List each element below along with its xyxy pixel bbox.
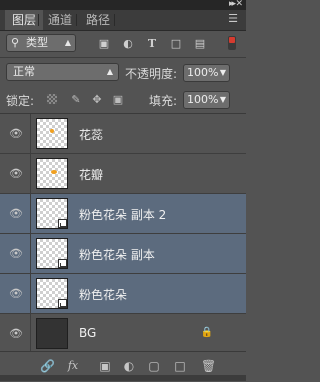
updown-arrow-icon: ▲: [106, 67, 113, 76]
blend-mode-label: 正常: [13, 65, 35, 78]
visibility-toggle[interactable]: 👁: [0, 274, 31, 313]
image-filter-icon[interactable]: ▣: [98, 38, 110, 50]
divider: [0, 57, 246, 58]
fill-value: 100%: [187, 93, 219, 106]
tab-separator: [114, 14, 115, 26]
tab-bar: 图层 通道 路径: [0, 10, 246, 31]
smart-object-badge-icon: [58, 259, 67, 268]
folder-icon[interactable]: ▢: [147, 359, 161, 373]
tab-paths[interactable]: 路径: [79, 10, 117, 30]
layer-thumbnail: [36, 118, 68, 149]
mask-icon[interactable]: ▣: [98, 359, 112, 373]
lock-image-pixels-icon[interactable]: ✎: [70, 94, 82, 106]
shape-filter-icon[interactable]: □: [170, 38, 182, 50]
layer-thumbnail: [36, 318, 68, 349]
visibility-toggle[interactable]: 👁: [0, 234, 31, 273]
smart-object-filter-icon[interactable]: ▤: [194, 38, 206, 50]
fill-field[interactable]: 100% ▼: [183, 91, 230, 109]
resize-strip: [0, 375, 246, 381]
layer-name: 粉色花朵: [79, 288, 128, 302]
layer-thumbnail: [36, 278, 68, 309]
search-icon: ⚲: [11, 36, 20, 49]
lock-label: 锁定:: [6, 94, 35, 108]
new-layer-icon[interactable]: □: [173, 359, 187, 373]
link-icon[interactable]: 🔗: [40, 359, 55, 373]
layer-row[interactable]: 👁 花蕊: [0, 114, 246, 154]
layer-thumbnail: [36, 238, 68, 269]
layer-name: 花瓣: [79, 168, 104, 182]
type-filter-icon[interactable]: T: [146, 38, 158, 50]
layer-thumbnail: [36, 158, 68, 189]
filter-kind-select[interactable]: ⚲ 类型 ▲: [6, 34, 76, 52]
filter-row: ⚲ 类型 ▲ ▣ ◐ T □ ▤: [0, 31, 246, 56]
filter-toggle-knob: [229, 37, 235, 43]
eye-icon: 👁: [9, 247, 23, 260]
layer-row[interactable]: 👁 粉色花朵 副本: [0, 234, 246, 274]
layer-name: 花蕊: [79, 128, 104, 142]
layer-row[interactable]: 👁 粉色花朵: [0, 274, 246, 314]
visibility-toggle[interactable]: 👁: [0, 314, 31, 353]
dropdown-arrow-icon[interactable]: ▼: [220, 65, 226, 81]
blend-mode-select[interactable]: 正常 ▲: [6, 63, 119, 81]
visibility-toggle[interactable]: 👁: [0, 114, 31, 153]
lock-icon: 🔒: [200, 327, 213, 338]
eye-icon: 👁: [9, 287, 23, 300]
opacity-label: 不透明度:: [125, 67, 178, 81]
close-icon[interactable]: ✕: [235, 0, 243, 9]
layer-thumbnail: [36, 198, 68, 229]
layer-name: BG: [79, 326, 97, 340]
layer-name: 粉色花朵 副本 2: [79, 208, 167, 222]
eye-icon: 👁: [9, 167, 23, 180]
fx-icon[interactable]: fx: [66, 359, 80, 373]
smart-object-badge-icon: [58, 219, 67, 228]
layer-row[interactable]: 👁 花瓣: [0, 154, 246, 194]
trash-icon[interactable]: 🗑: [201, 359, 216, 373]
visibility-toggle[interactable]: 👁: [0, 154, 31, 193]
tab-separator: [76, 14, 77, 26]
eye-icon: 👁: [9, 207, 23, 220]
opacity-field[interactable]: 100% ▼: [183, 64, 230, 82]
dropdown-arrow-icon[interactable]: ▼: [220, 92, 226, 108]
visibility-toggle[interactable]: 👁: [0, 194, 31, 233]
filter-toggle[interactable]: [228, 36, 236, 50]
fill-label: 填充:: [149, 94, 178, 108]
layers-list: 👁 花蕊 👁 花瓣 👁 粉色花朵 副本 2 👁 粉色花朵 副本 👁 粉色花朵 👁…: [0, 113, 246, 354]
adjustment-icon[interactable]: ◐: [122, 359, 136, 373]
panel-title-strip: ▸▸ ✕: [0, 0, 246, 10]
smart-object-badge-icon: [58, 299, 67, 308]
layer-row[interactable]: 👁 粉色花朵 副本 2: [0, 194, 246, 234]
adjustment-filter-icon[interactable]: ◐: [122, 38, 134, 50]
eye-icon: 👁: [9, 327, 23, 340]
double-chevron-right-icon[interactable]: ▸▸: [229, 0, 236, 9]
lock-row: 锁定: ✎ ✥ ▣ 填充: 100% ▼: [0, 86, 246, 112]
tab-separator: [38, 14, 39, 26]
thumbnail-content: [50, 129, 54, 133]
blend-row: 正常 ▲ 不透明度: 100% ▼: [0, 59, 246, 85]
panel-menu-icon[interactable]: ☰: [228, 13, 238, 24]
filter-kind-label: 类型: [26, 36, 48, 49]
lock-position-icon[interactable]: ✥: [91, 94, 103, 106]
thumbnail-content: [51, 170, 57, 174]
tab-channels[interactable]: 通道: [41, 10, 79, 30]
layer-row[interactable]: 👁 BG 🔒: [0, 314, 246, 354]
eye-icon: 👁: [9, 127, 23, 140]
lock-transparent-pixels-icon[interactable]: [47, 94, 57, 104]
layer-name: 粉色花朵 副本: [79, 248, 155, 262]
lock-all-icon[interactable]: ▣: [112, 94, 124, 106]
opacity-value: 100%: [187, 66, 219, 79]
updown-arrow-icon: ▲: [64, 38, 71, 47]
